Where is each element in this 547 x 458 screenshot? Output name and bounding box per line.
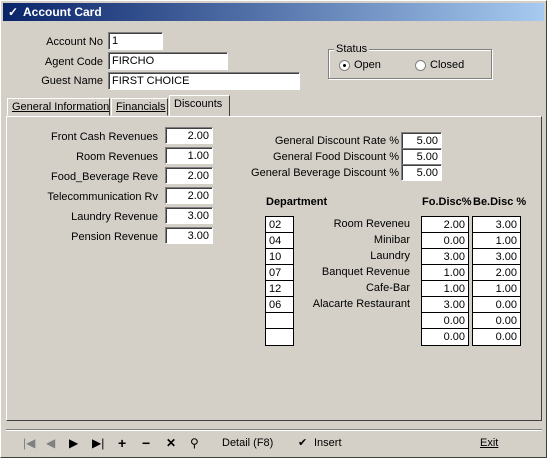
fo-disc-cell[interactable]: 1.00: [422, 281, 468, 297]
fo-disc-cell[interactable]: 2.00: [422, 217, 468, 233]
department-code-cell[interactable]: 10: [266, 249, 293, 265]
revenue-input[interactable]: 2.00: [165, 167, 213, 184]
revenue-label: Room Revenues: [76, 151, 158, 163]
department-name: Room Reveneu: [333, 218, 410, 230]
department-name: Cafe-Bar: [365, 282, 410, 294]
title-bar[interactable]: ✓ Account Card: [3, 3, 544, 21]
be-disc-cell[interactable]: 2.00: [473, 265, 520, 281]
tab-label: Discounts: [174, 98, 223, 110]
tab-label: Financials: [116, 101, 166, 113]
fo-disc-cell[interactable]: 3.00: [422, 249, 468, 265]
be-disc-cell[interactable]: 1.00: [473, 233, 520, 249]
be-disc-header: Be.Disc %: [473, 196, 527, 208]
revenue-input[interactable]: 2.00: [165, 187, 213, 204]
revenue-input[interactable]: 3.00: [165, 227, 213, 244]
general-discount-rate-label: General Discount Rate %: [274, 135, 399, 147]
account-card-window: ✓ Account Card Account No 1 Agent Code F…: [0, 0, 547, 458]
department-code-cell[interactable]: [266, 329, 293, 345]
fo-disc-cell[interactable]: 3.00: [422, 297, 468, 313]
delete-record-icon[interactable]: −: [142, 435, 150, 451]
revenue-label: Telecommunication Rv: [47, 191, 158, 203]
tab-general-information[interactable]: General Information: [7, 98, 110, 116]
general-food-discount-label: General Food Discount %: [273, 151, 399, 163]
detail-button[interactable]: Detail (F8): [222, 435, 273, 451]
tab-discounts[interactable]: Discounts: [169, 95, 230, 116]
department-code-cell[interactable]: [266, 313, 293, 329]
revenue-input[interactable]: 1.00: [165, 147, 213, 164]
status-group-title: Status: [334, 43, 370, 55]
fo-disc-header: Fo.Disc%: [422, 196, 472, 208]
account-no-label: Account No: [46, 36, 103, 48]
previous-record-icon[interactable]: ◀: [46, 435, 55, 451]
department-code-cell[interactable]: 07: [266, 265, 293, 281]
status-open-label[interactable]: Open: [354, 59, 381, 71]
status-closed-label[interactable]: Closed: [430, 59, 464, 71]
fo-disc-cell[interactable]: 0.00: [422, 313, 468, 329]
checkmark-icon: ✔: [298, 437, 308, 449]
add-record-icon[interactable]: +: [118, 435, 126, 451]
last-record-icon[interactable]: ▶|: [92, 435, 104, 451]
department-code-column: 02 04 10 07 12 06: [265, 216, 294, 346]
exit-button[interactable]: Exit: [480, 435, 498, 451]
be-disc-cell[interactable]: 3.00: [473, 249, 520, 265]
be-disc-cell[interactable]: 0.00: [473, 329, 520, 345]
general-beverage-discount-input[interactable]: 5.00: [401, 164, 442, 181]
guest-name-label: Guest Name: [41, 75, 103, 87]
general-beverage-discount-label: General Beverage Discount %: [251, 167, 399, 179]
be-disc-column: 3.00 1.00 3.00 2.00 1.00 0.00 0.00 0.00: [472, 216, 521, 346]
revenue-label: Front Cash Revenues: [51, 131, 158, 143]
next-record-icon[interactable]: ▶: [69, 435, 78, 451]
first-record-icon[interactable]: |◀: [23, 435, 35, 451]
fo-disc-cell[interactable]: 1.00: [422, 265, 468, 281]
department-name: Laundry: [370, 250, 410, 262]
general-food-discount-input[interactable]: 5.00: [401, 148, 442, 165]
department-code-cell[interactable]: 02: [266, 217, 293, 233]
revenue-label: Pension Revenue: [71, 231, 158, 243]
fo-disc-cell[interactable]: 0.00: [422, 233, 468, 249]
department-code-cell[interactable]: 04: [266, 233, 293, 249]
revenue-label: Laundry Revenue: [71, 211, 158, 223]
department-name: Banquet Revenue: [321, 266, 410, 278]
app-icon: ✓: [7, 5, 19, 19]
fo-disc-column: 2.00 0.00 3.00 1.00 1.00 3.00 0.00 0.00: [421, 216, 469, 346]
revenue-input[interactable]: 2.00: [165, 127, 213, 144]
tab-label: General Information: [12, 101, 110, 113]
be-disc-cell[interactable]: 3.00: [473, 217, 520, 233]
status-open-radio[interactable]: [339, 60, 350, 71]
insert-button[interactable]: Insert: [314, 435, 342, 451]
navigation-toolbar: |◀ ◀ ▶ ▶| + − ✕ ⚲ Detail (F8) ✔ Insert E…: [6, 429, 542, 456]
status-closed-radio[interactable]: [415, 60, 426, 71]
general-discount-rate-input[interactable]: 5.00: [401, 132, 442, 149]
revenue-input[interactable]: 3.00: [165, 207, 213, 224]
department-code-cell[interactable]: 06: [266, 297, 293, 313]
fo-disc-cell[interactable]: 0.00: [422, 329, 468, 345]
guest-name-field[interactable]: FIRST CHOICE: [108, 72, 300, 90]
agent-code-field[interactable]: FIRCHO: [108, 52, 228, 70]
agent-code-label: Agent Code: [44, 56, 103, 68]
binoculars-icon[interactable]: ⚲: [190, 435, 199, 451]
be-disc-cell[interactable]: 0.00: [473, 313, 520, 329]
department-name-column: Room Reveneu Minibar Laundry Banquet Rev…: [297, 216, 410, 312]
department-header: Department: [266, 196, 328, 208]
be-disc-cell[interactable]: 0.00: [473, 297, 520, 313]
cancel-icon[interactable]: ✕: [166, 435, 176, 451]
window-title: Account Card: [23, 5, 102, 19]
be-disc-cell[interactable]: 1.00: [473, 281, 520, 297]
tab-financials[interactable]: Financials: [111, 98, 168, 116]
account-no-field[interactable]: 1: [108, 32, 163, 50]
department-name: Minibar: [373, 234, 410, 246]
revenue-label: Food_Beverage Reve: [50, 171, 158, 183]
department-name: Alacarte Restaurant: [312, 298, 410, 310]
department-code-cell[interactable]: 12: [266, 281, 293, 297]
